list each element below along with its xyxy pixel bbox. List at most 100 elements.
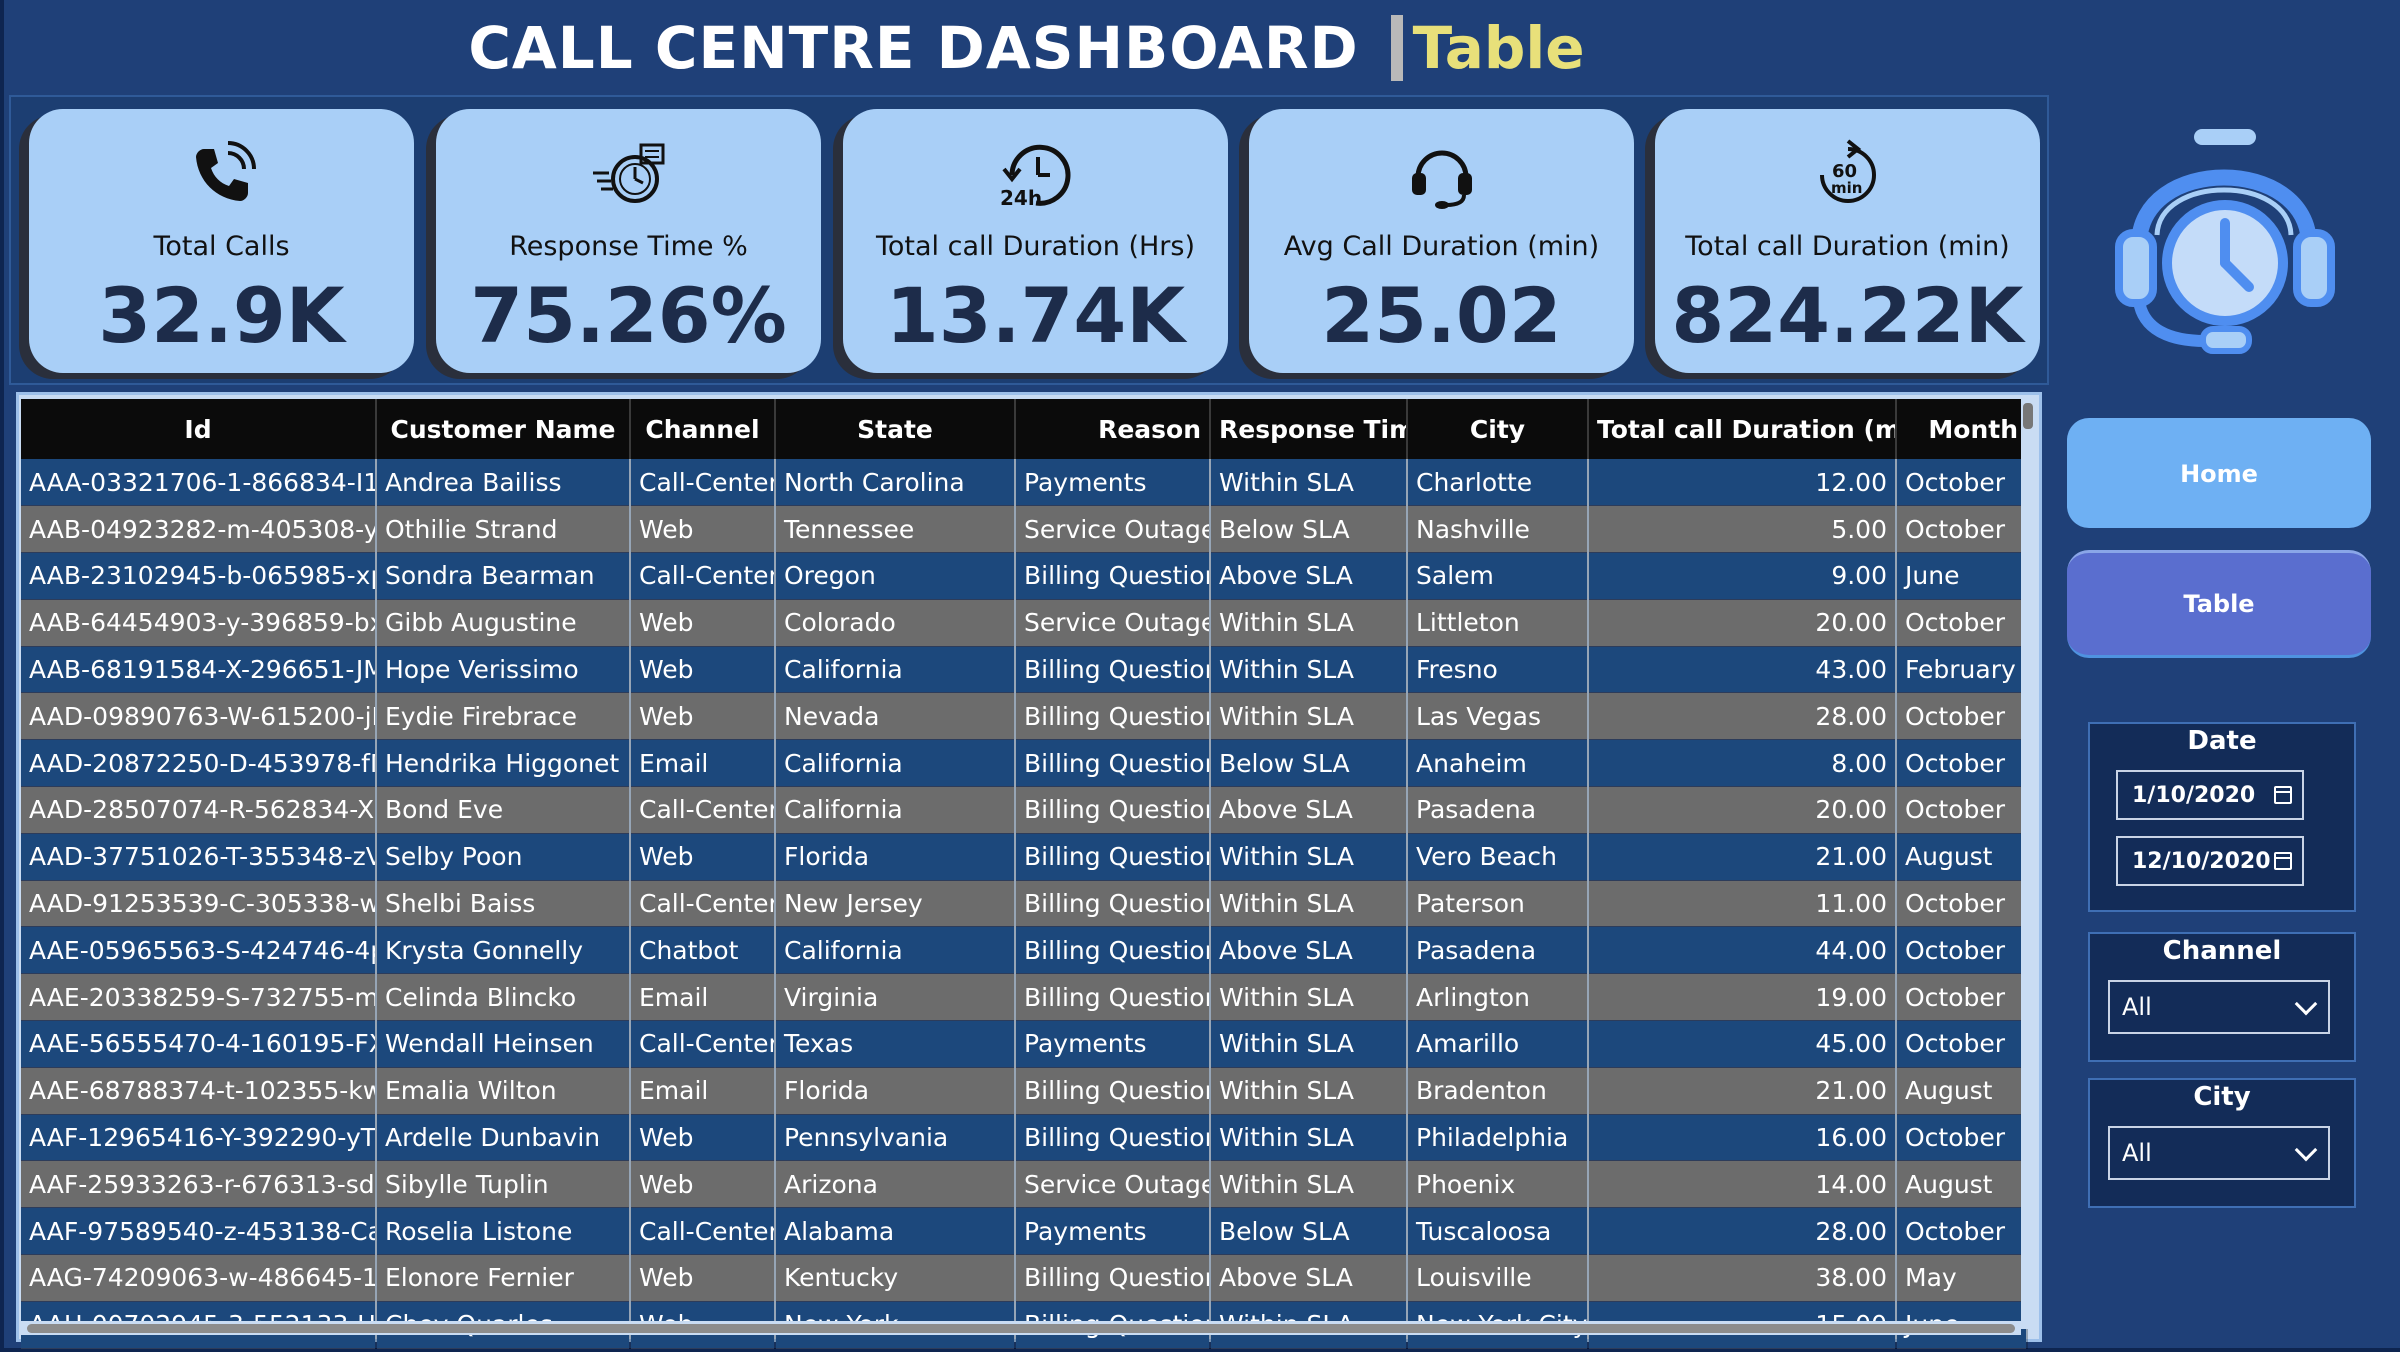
table-row[interactable]: AAD-20872250-D-453978-fM Hendrika Higgone… bbox=[21, 739, 2028, 788]
cell-reason: Billing Question bbox=[1015, 926, 1211, 975]
date-slicer-title: Date bbox=[2187, 726, 2257, 756]
cell-customer-name: Wendall Heinsen bbox=[376, 1020, 631, 1068]
svg-text:min: min bbox=[1831, 179, 1862, 197]
kpi-value: 824.22K bbox=[1671, 271, 2024, 360]
column-header-city[interactable]: City bbox=[1407, 399, 1589, 459]
column-header-reason[interactable]: Reason bbox=[1015, 399, 1211, 459]
table-nav-button[interactable]: Table bbox=[2067, 550, 2371, 658]
table-row[interactable]: AAD-37751026-T-355348-zV Selby Poon Web Flo… bbox=[21, 833, 2028, 881]
cell-response-time: Below SLA bbox=[1210, 1207, 1408, 1256]
cell-reason: Service Outage bbox=[1015, 505, 1211, 554]
table-row[interactable]: AAD-28507074-R-562834-Xd Bond Eve Call-Cen… bbox=[21, 786, 2028, 834]
cell-id: AAE-20338259-S-732755-mJ bbox=[21, 973, 377, 1022]
cell-channel: Call-Center bbox=[630, 786, 776, 834]
cell-id: AAE-68788374-t-102355-kw bbox=[21, 1067, 377, 1115]
chevron-down-icon[interactable] bbox=[2294, 992, 2318, 1016]
cell-reason: Billing Question bbox=[1015, 973, 1211, 1022]
cell-id: AAD-37751026-T-355348-zV bbox=[21, 833, 377, 881]
chevron-down-icon[interactable] bbox=[2294, 1138, 2318, 1162]
cell-response-time: Above SLA bbox=[1210, 552, 1408, 600]
cell-channel: Web bbox=[630, 1254, 776, 1302]
end-date-value: 12/10/2020 bbox=[2132, 848, 2271, 874]
column-header-id[interactable]: Id bbox=[21, 399, 377, 459]
cell-month: May bbox=[1896, 1254, 2028, 1302]
cell-response-time: Within SLA bbox=[1210, 833, 1408, 881]
cell-customer-name: Eydie Firebrace bbox=[376, 692, 631, 741]
table-row[interactable]: AAF-25933263-r-676313-sd Sibylle Tuplin We… bbox=[21, 1160, 2028, 1209]
cell-month: August bbox=[1896, 833, 2028, 881]
table-row[interactable]: AAA-03321706-1-866834-I1 Andrea Bailiss Ca… bbox=[21, 459, 2028, 507]
table-row[interactable]: AAG-74209063-w-486645-1T Elonore Fernier W… bbox=[21, 1254, 2028, 1302]
column-header-response-time[interactable]: Response Time bbox=[1210, 399, 1408, 459]
calendar-icon[interactable] bbox=[2274, 786, 2292, 804]
24h-clock-icon: 24h bbox=[843, 139, 1228, 211]
table-row[interactable]: AAE-05965563-S-424746-4p Krysta Gonnelly C… bbox=[21, 926, 2028, 975]
horizontal-scrollbar[interactable] bbox=[21, 1321, 2021, 1335]
table-row[interactable]: AAB-64454903-y-396859-bx Gibb Augustine We… bbox=[21, 599, 2028, 647]
cell-total-call-duration: 21.00 bbox=[1588, 833, 1897, 881]
table-row[interactable]: AAD-09890763-W-615200-jL Eydie Firebrace W… bbox=[21, 692, 2028, 741]
cell-total-call-duration: 44.00 bbox=[1588, 926, 1897, 975]
end-date-input[interactable]: 12/10/2020 bbox=[2116, 836, 2304, 886]
kpi-value: 32.9K bbox=[98, 271, 345, 360]
cell-state: California bbox=[775, 646, 1016, 694]
table-row[interactable]: AAB-04923282-m-405308-yW Othilie Strand We… bbox=[21, 505, 2028, 554]
kpi-label: Total call Duration (Hrs) bbox=[875, 231, 1195, 262]
cell-total-call-duration: 45.00 bbox=[1588, 1020, 1897, 1068]
home-nav-button[interactable]: Home bbox=[2067, 420, 2371, 528]
cell-id: AAF-25933263-r-676313-sd bbox=[21, 1160, 377, 1209]
table-row[interactable]: AAE-68788374-t-102355-kw Emalia Wilton Ema… bbox=[21, 1067, 2028, 1115]
city-dropdown[interactable]: All bbox=[2108, 1126, 2330, 1180]
table-row[interactable]: AAB-23102945-b-065985-xp Sondra Bearman Ca… bbox=[21, 552, 2028, 600]
column-header-total-call-duration[interactable]: Total call Duration (min) bbox=[1588, 399, 1897, 459]
cell-channel: Web bbox=[630, 692, 776, 741]
calendar-icon[interactable] bbox=[2274, 852, 2292, 870]
vertical-scrollbar-thumb[interactable] bbox=[2023, 403, 2033, 429]
cell-id: AAE-56555470-4-160195-FX bbox=[21, 1020, 377, 1068]
horizontal-scrollbar-thumb[interactable] bbox=[27, 1324, 2015, 1333]
cell-month: October bbox=[1896, 880, 2028, 928]
cell-total-call-duration: 5.00 bbox=[1588, 505, 1897, 554]
cell-city: Charlotte bbox=[1407, 459, 1589, 507]
stopwatch-speed-icon bbox=[436, 139, 821, 211]
table-row[interactable]: AAE-56555470-4-160195-FX Wendall Heinsen C… bbox=[21, 1020, 2028, 1068]
cell-month: August bbox=[1896, 1067, 2028, 1115]
cell-customer-name: Elonore Fernier bbox=[376, 1254, 631, 1302]
cell-response-time: Above SLA bbox=[1210, 786, 1408, 834]
column-header-state[interactable]: State bbox=[775, 399, 1016, 459]
table-row[interactable]: AAF-97589540-z-453138-Ca Roselia Listone C… bbox=[21, 1207, 2028, 1256]
calls-table-panel: Id Customer Name Channel State Reason Re… bbox=[16, 392, 2042, 1349]
cell-total-call-duration: 14.00 bbox=[1588, 1160, 1897, 1209]
cell-response-time: Below SLA bbox=[1210, 739, 1408, 788]
cell-state: California bbox=[775, 786, 1016, 834]
cell-total-call-duration: 20.00 bbox=[1588, 599, 1897, 647]
cell-reason: Billing Question bbox=[1015, 1067, 1211, 1115]
channel-dropdown[interactable]: All bbox=[2108, 980, 2330, 1034]
start-date-input[interactable]: 1/10/2020 bbox=[2116, 770, 2304, 820]
cell-response-time: Within SLA bbox=[1210, 459, 1408, 507]
page-title: CALL CENTRE DASHBOARD bbox=[468, 13, 1359, 82]
vertical-scrollbar[interactable] bbox=[2021, 399, 2035, 1329]
table-row[interactable]: AAB-68191584-X-296651-JM Hope Verissimo We… bbox=[21, 646, 2028, 694]
kpi-value: 13.74K bbox=[885, 271, 1186, 360]
table-body: AAA-03321706-1-866834-I1 Andrea Bailiss Ca… bbox=[21, 459, 2028, 1349]
kpi-label: Total Calls bbox=[153, 231, 290, 262]
cell-city: Phoenix bbox=[1407, 1160, 1589, 1209]
cell-id: AAD-91253539-C-305338-wj bbox=[21, 880, 377, 928]
column-header-channel[interactable]: Channel bbox=[630, 399, 776, 459]
cell-customer-name: Andrea Bailiss bbox=[376, 459, 631, 507]
kpi-card-response-time: Response Time % 75.26% bbox=[436, 109, 821, 373]
cell-state: Virginia bbox=[775, 973, 1016, 1022]
cell-channel: Call-Center bbox=[630, 552, 776, 600]
cell-response-time: Within SLA bbox=[1210, 973, 1408, 1022]
cell-customer-name: Hope Verissimo bbox=[376, 646, 631, 694]
cell-state: Nevada bbox=[775, 692, 1016, 741]
table-row[interactable]: AAD-91253539-C-305338-wj Shelbi Baiss Call… bbox=[21, 880, 2028, 928]
column-header-month[interactable]: Month bbox=[1896, 399, 2028, 459]
table-row[interactable]: AAE-20338259-S-732755-mJ Celinda Blincko E… bbox=[21, 973, 2028, 1022]
cell-id: AAB-23102945-b-065985-xp bbox=[21, 552, 377, 600]
cell-total-call-duration: 28.00 bbox=[1588, 692, 1897, 741]
cell-channel: Web bbox=[630, 646, 776, 694]
table-row[interactable]: AAF-12965416-Y-392290-yT Ardelle Dunbavin… bbox=[21, 1114, 2028, 1162]
column-header-customer-name[interactable]: Customer Name bbox=[376, 399, 631, 459]
